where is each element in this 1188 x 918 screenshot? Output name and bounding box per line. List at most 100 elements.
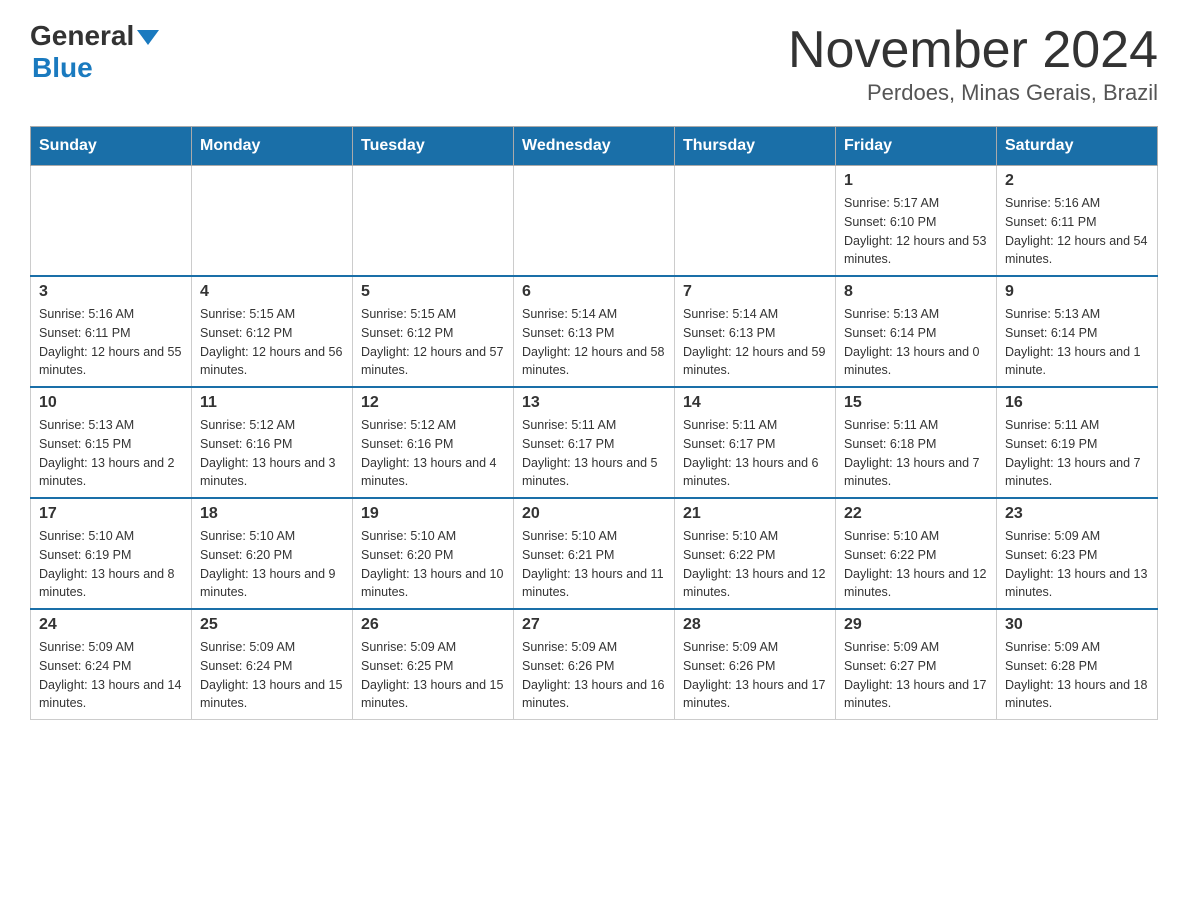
header-monday: Monday: [192, 127, 353, 166]
week-row-4: 17 Sunrise: 5:10 AMSunset: 6:19 PMDayligh…: [31, 498, 1158, 609]
calendar-table: SundayMondayTuesdayWednesdayThursdayFrid…: [30, 126, 1158, 720]
day-info: Sunrise: 5:12 AMSunset: 6:16 PMDaylight:…: [200, 416, 344, 491]
day-cell-20: 20Sunrise: 5:10 AMSunset: 6:21 PMDayligh…: [514, 498, 675, 609]
day-cell-24: 24Sunrise: 5:09 AMSunset: 6:24 PMDayligh…: [31, 609, 192, 720]
day-cell-27: 27 Sunrise: 5:09 AMSunset: 6:26 PMDayligh…: [514, 609, 675, 720]
day-cell-5: 5 Sunrise: 5:15 AMSunset: 6:12 PMDaylight…: [353, 276, 514, 387]
day-number: 12: [361, 394, 505, 412]
day-number: 29: [844, 616, 988, 634]
day-number: 21: [683, 505, 827, 523]
day-info: Sunrise: 5:16 AMSunset: 6:11 PMDaylight:…: [39, 305, 183, 380]
day-cell-18: 18 Sunrise: 5:10 AMSunset: 6:20 PMDayligh…: [192, 498, 353, 609]
day-cell-1: 1 Sunrise: 5:17 AMSunset: 6:10 PMDaylight…: [836, 166, 997, 277]
day-number: 18: [200, 505, 344, 523]
day-cell-2: 2 Sunrise: 5:16 AMSunset: 6:11 PMDaylight…: [997, 166, 1158, 277]
day-number: 11: [200, 394, 344, 412]
header-wednesday: Wednesday: [514, 127, 675, 166]
day-cell-14: 14 Sunrise: 5:11 AMSunset: 6:17 PMDayligh…: [675, 387, 836, 498]
day-cell-25: 25 Sunrise: 5:09 AMSunset: 6:24 PMDayligh…: [192, 609, 353, 720]
day-cell-empty-4: [675, 166, 836, 277]
day-info: Sunrise: 5:13 AMSunset: 6:15 PMDaylight:…: [39, 416, 183, 491]
day-info: Sunrise: 5:11 AMSunset: 6:17 PMDaylight:…: [522, 416, 666, 491]
day-cell-22: 22Sunrise: 5:10 AMSunset: 6:22 PMDayligh…: [836, 498, 997, 609]
day-info: Sunrise: 5:09 AMSunset: 6:25 PMDaylight:…: [361, 638, 505, 713]
day-info: Sunrise: 5:10 AMSunset: 6:19 PMDaylight:…: [39, 527, 183, 602]
month-title: November 2024: [788, 20, 1158, 80]
day-number: 10: [39, 394, 183, 412]
header-thursday: Thursday: [675, 127, 836, 166]
week-row-1: 1 Sunrise: 5:17 AMSunset: 6:10 PMDaylight…: [31, 166, 1158, 277]
day-number: 24: [39, 616, 183, 634]
day-number: 6: [522, 283, 666, 301]
header-tuesday: Tuesday: [353, 127, 514, 166]
title-block: November 2024 Perdoes, Minas Gerais, Bra…: [788, 20, 1158, 106]
day-number: 27: [522, 616, 666, 634]
day-info: Sunrise: 5:09 AMSunset: 6:23 PMDaylight:…: [1005, 527, 1149, 602]
day-cell-29: 29 Sunrise: 5:09 AMSunset: 6:27 PMDayligh…: [836, 609, 997, 720]
day-number: 25: [200, 616, 344, 634]
day-number: 8: [844, 283, 988, 301]
week-row-2: 3 Sunrise: 5:16 AMSunset: 6:11 PMDaylight…: [31, 276, 1158, 387]
header-saturday: Saturday: [997, 127, 1158, 166]
day-info: Sunrise: 5:09 AMSunset: 6:26 PMDaylight:…: [683, 638, 827, 713]
logo-blue: Blue: [32, 52, 93, 83]
day-info: Sunrise: 5:10 AMSunset: 6:20 PMDaylight:…: [361, 527, 505, 602]
header-friday: Friday: [836, 127, 997, 166]
day-info: Sunrise: 5:10 AMSunset: 6:22 PMDaylight:…: [683, 527, 827, 602]
day-info: Sunrise: 5:13 AMSunset: 6:14 PMDaylight:…: [844, 305, 988, 380]
day-number: 22: [844, 505, 988, 523]
day-cell-6: 6 Sunrise: 5:14 AMSunset: 6:13 PMDaylight…: [514, 276, 675, 387]
day-number: 2: [1005, 172, 1149, 190]
day-info: Sunrise: 5:17 AMSunset: 6:10 PMDaylight:…: [844, 194, 988, 269]
day-info: Sunrise: 5:11 AMSunset: 6:17 PMDaylight:…: [683, 416, 827, 491]
day-cell-16: 16 Sunrise: 5:11 AMSunset: 6:19 PMDayligh…: [997, 387, 1158, 498]
day-number: 15: [844, 394, 988, 412]
day-info: Sunrise: 5:15 AMSunset: 6:12 PMDaylight:…: [361, 305, 505, 380]
day-cell-26: 26Sunrise: 5:09 AMSunset: 6:25 PMDayligh…: [353, 609, 514, 720]
day-info: Sunrise: 5:10 AMSunset: 6:20 PMDaylight:…: [200, 527, 344, 602]
day-number: 28: [683, 616, 827, 634]
day-cell-13: 13Sunrise: 5:11 AMSunset: 6:17 PMDayligh…: [514, 387, 675, 498]
calendar-header-row: SundayMondayTuesdayWednesdayThursdayFrid…: [31, 127, 1158, 166]
day-info: Sunrise: 5:11 AMSunset: 6:19 PMDaylight:…: [1005, 416, 1149, 491]
day-number: 14: [683, 394, 827, 412]
location: Perdoes, Minas Gerais, Brazil: [788, 80, 1158, 106]
day-number: 5: [361, 283, 505, 301]
day-cell-11: 11 Sunrise: 5:12 AMSunset: 6:16 PMDayligh…: [192, 387, 353, 498]
day-cell-15: 15Sunrise: 5:11 AMSunset: 6:18 PMDayligh…: [836, 387, 997, 498]
day-cell-10: 10 Sunrise: 5:13 AMSunset: 6:15 PMDayligh…: [31, 387, 192, 498]
logo-arrow-icon: [137, 30, 159, 45]
day-cell-28: 28 Sunrise: 5:09 AMSunset: 6:26 PMDayligh…: [675, 609, 836, 720]
day-cell-30: 30 Sunrise: 5:09 AMSunset: 6:28 PMDayligh…: [997, 609, 1158, 720]
day-cell-empty-0: [31, 166, 192, 277]
day-info: Sunrise: 5:09 AMSunset: 6:24 PMDaylight:…: [200, 638, 344, 713]
day-info: Sunrise: 5:09 AMSunset: 6:26 PMDaylight:…: [522, 638, 666, 713]
day-number: 16: [1005, 394, 1149, 412]
day-info: Sunrise: 5:15 AMSunset: 6:12 PMDaylight:…: [200, 305, 344, 380]
day-info: Sunrise: 5:12 AMSunset: 6:16 PMDaylight:…: [361, 416, 505, 491]
day-cell-21: 21 Sunrise: 5:10 AMSunset: 6:22 PMDayligh…: [675, 498, 836, 609]
day-cell-empty-2: [353, 166, 514, 277]
day-cell-empty-3: [514, 166, 675, 277]
day-info: Sunrise: 5:09 AMSunset: 6:27 PMDaylight:…: [844, 638, 988, 713]
day-cell-4: 4 Sunrise: 5:15 AMSunset: 6:12 PMDaylight…: [192, 276, 353, 387]
day-info: Sunrise: 5:13 AMSunset: 6:14 PMDaylight:…: [1005, 305, 1149, 380]
day-info: Sunrise: 5:14 AMSunset: 6:13 PMDaylight:…: [522, 305, 666, 380]
page-header: General Blue November 2024 Perdoes, Mina…: [30, 20, 1158, 106]
day-number: 4: [200, 283, 344, 301]
day-number: 3: [39, 283, 183, 301]
day-info: Sunrise: 5:09 AMSunset: 6:28 PMDaylight:…: [1005, 638, 1149, 713]
day-number: 23: [1005, 505, 1149, 523]
header-sunday: Sunday: [31, 127, 192, 166]
day-number: 1: [844, 172, 988, 190]
day-cell-7: 7Sunrise: 5:14 AMSunset: 6:13 PMDaylight…: [675, 276, 836, 387]
day-number: 20: [522, 505, 666, 523]
day-number: 17: [39, 505, 183, 523]
week-row-5: 24 Sunrise: 5:09 AMSunset: 6:24 PMDayligh…: [31, 609, 1158, 720]
day-number: 19: [361, 505, 505, 523]
day-info: Sunrise: 5:16 AMSunset: 6:11 PMDaylight:…: [1005, 194, 1149, 269]
day-number: 9: [1005, 283, 1149, 301]
day-number: 30: [1005, 616, 1149, 634]
day-cell-19: 19 Sunrise: 5:10 AMSunset: 6:20 PMDayligh…: [353, 498, 514, 609]
logo-general: General: [30, 20, 134, 52]
